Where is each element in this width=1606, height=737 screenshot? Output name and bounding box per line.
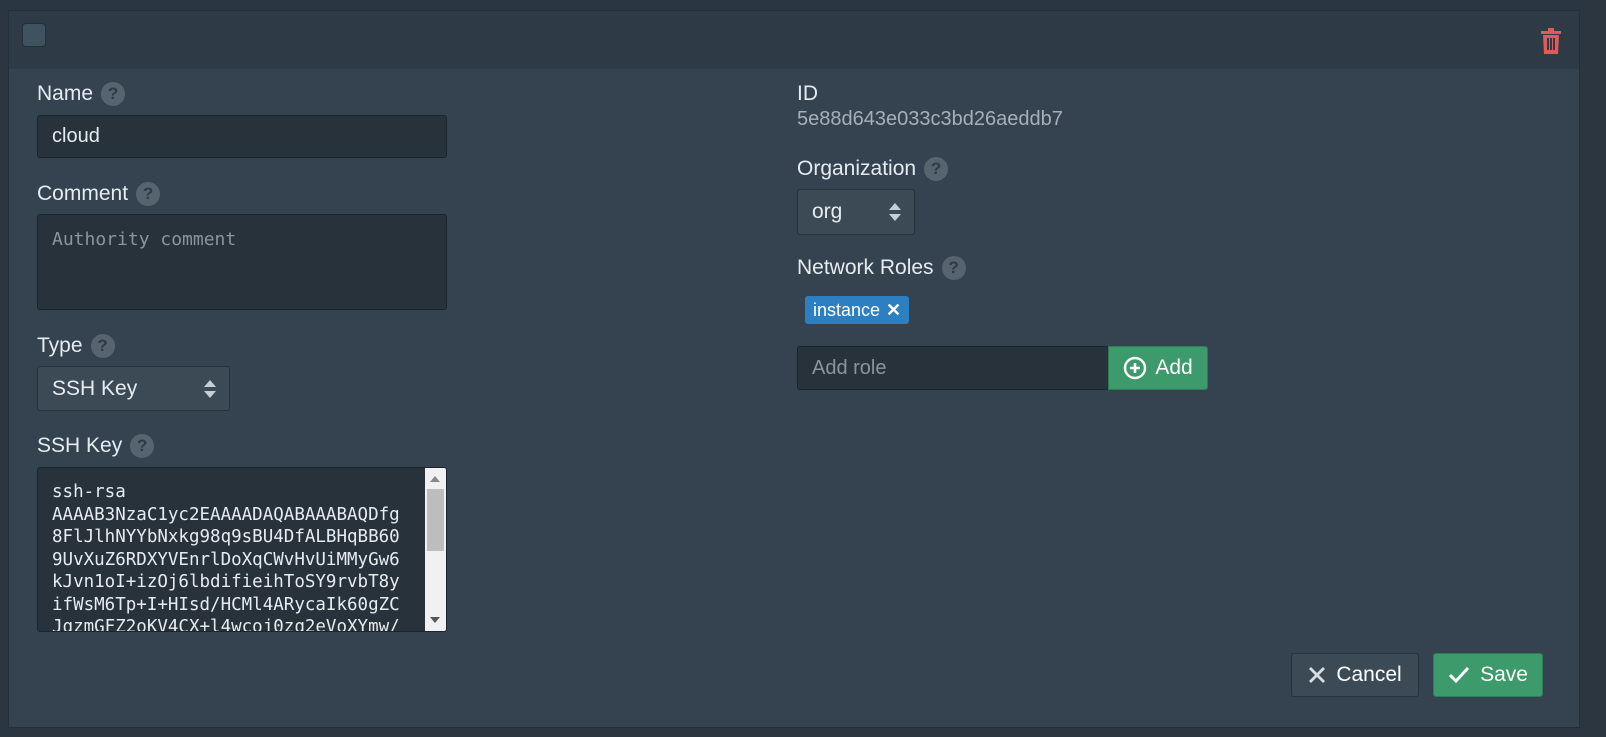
id-label: ID	[797, 82, 818, 105]
type-help-icon[interactable]: ?	[90, 334, 115, 358]
type-select[interactable]: SSH Key	[37, 366, 230, 411]
organization-value: org	[812, 200, 843, 223]
sshkey-help-icon[interactable]: ?	[130, 434, 155, 458]
add-role-label: Add	[1155, 356, 1193, 379]
name-label: Name	[37, 82, 94, 105]
cancel-button[interactable]: Cancel	[1291, 653, 1419, 697]
comment-label: Comment	[37, 182, 129, 205]
scroll-down-arrow-icon[interactable]	[430, 617, 440, 623]
comment-textarea[interactable]: Authority comment	[37, 214, 447, 310]
save-label: Save	[1480, 663, 1528, 686]
sshkey-textarea[interactable]: ssh-rsa AAAAB3NzaC1yc2EAAAADAQABAAABAQDf…	[37, 467, 447, 632]
add-role-button[interactable]: Add	[1108, 346, 1208, 390]
comment-help-icon[interactable]: ?	[136, 182, 161, 206]
role-tag: instance ✕	[805, 296, 910, 324]
comment-label-row: Comment ?	[37, 182, 161, 206]
add-role-placeholder: Add role	[812, 356, 887, 379]
name-input[interactable]: cloud	[37, 115, 447, 158]
cancel-label: Cancel	[1336, 663, 1402, 686]
add-role-input[interactable]: Add role	[797, 346, 1109, 390]
check-icon	[1449, 666, 1470, 684]
plus-circle-icon	[1124, 356, 1147, 380]
type-label-row: Type ?	[37, 334, 115, 358]
organization-label: Organization	[797, 157, 917, 180]
sshkey-label: SSH Key	[37, 434, 123, 457]
network-roles-label-row: Network Roles ?	[797, 256, 966, 280]
scroll-up-arrow-icon[interactable]	[430, 476, 440, 482]
network-roles-help-icon[interactable]: ?	[941, 256, 966, 280]
save-button[interactable]: Save	[1433, 653, 1543, 697]
name-value: cloud	[52, 125, 100, 147]
select-checkbox[interactable]	[22, 23, 46, 47]
panel-header	[9, 11, 1579, 69]
close-icon[interactable]: ✕	[886, 300, 901, 321]
trash-icon[interactable]	[1539, 27, 1563, 55]
organization-label-row: Organization ?	[797, 157, 949, 181]
type-value: SSH Key	[52, 376, 138, 400]
select-arrows-icon	[889, 203, 901, 221]
name-label-row: Name ?	[37, 82, 126, 106]
comment-placeholder: Authority comment	[52, 229, 237, 250]
network-roles-label: Network Roles	[797, 256, 934, 279]
id-label-row: ID	[797, 82, 818, 106]
organization-select[interactable]: org	[797, 189, 915, 235]
sshkey-value: ssh-rsa AAAAB3NzaC1yc2EAAAADAQABAAABAQDf…	[52, 482, 400, 632]
close-icon	[1309, 667, 1326, 683]
role-tag-label: instance	[813, 299, 881, 320]
name-help-icon[interactable]: ?	[101, 82, 126, 106]
type-label: Type	[37, 334, 83, 357]
id-value: 5e88d643e033c3bd26aeddb7	[797, 108, 1063, 130]
select-arrows-icon	[204, 379, 216, 398]
sshkey-label-row: SSH Key ?	[37, 434, 155, 458]
organization-help-icon[interactable]: ?	[924, 157, 949, 181]
scroll-thumb[interactable]	[427, 489, 444, 551]
sshkey-scrollbar[interactable]	[425, 468, 446, 631]
